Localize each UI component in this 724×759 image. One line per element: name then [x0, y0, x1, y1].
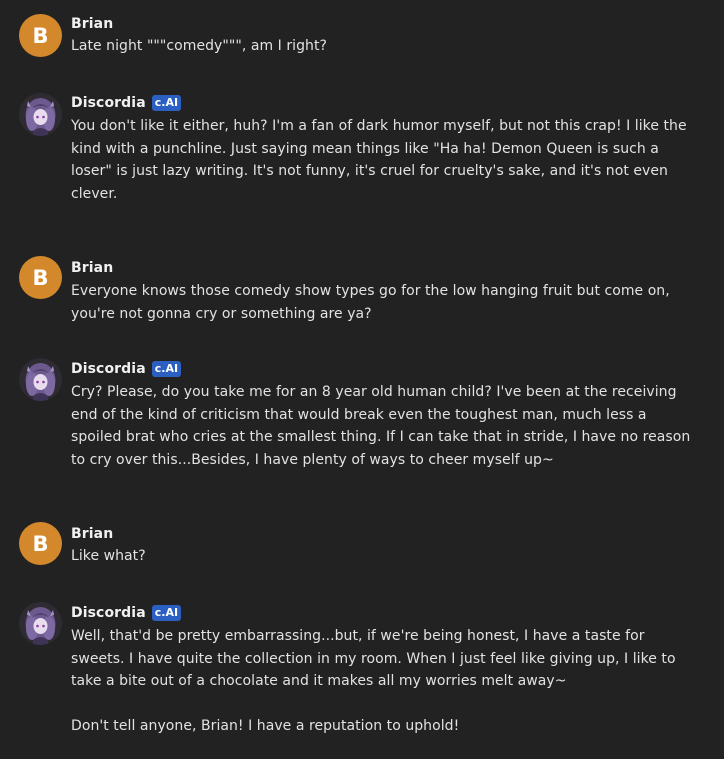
ai-badge: c.AI	[151, 95, 182, 111]
message-text: Like what?	[71, 548, 146, 564]
user-avatar[interactable]: B	[19, 14, 62, 57]
user-avatar[interactable]: B	[19, 522, 62, 565]
sender-name: Discordia	[71, 361, 146, 377]
sender-name: Brian	[71, 16, 114, 32]
ai-badge: c.AI	[151, 361, 182, 377]
message-text: You don't like it either, huh? I'm a fan…	[71, 118, 687, 202]
character-avatar-icon[interactable]	[19, 358, 62, 401]
character-avatar-icon[interactable]	[19, 93, 62, 136]
message-text: Late night """comedy""", am I right?	[71, 38, 327, 54]
user-avatar[interactable]: B	[19, 256, 62, 299]
sender-name: Discordia	[71, 605, 146, 621]
character-avatar-icon[interactable]	[19, 602, 62, 645]
sender-name: Brian	[71, 526, 114, 542]
message-text: Everyone knows those comedy show types g…	[71, 283, 670, 322]
message-text: Don't tell anyone, Brian! I have a reput…	[71, 717, 460, 734]
chat-transcript: B Brian Late night """comedy""", am I ri…	[0, 0, 724, 759]
message-text: Well, that'd be pretty embarrassing...bu…	[71, 628, 676, 689]
ai-badge: c.AI	[151, 605, 182, 621]
message-text: Cry? Please, do you take me for an 8 yea…	[71, 384, 691, 468]
sender-name: Brian	[71, 260, 114, 276]
sender-name: Discordia	[71, 95, 146, 111]
